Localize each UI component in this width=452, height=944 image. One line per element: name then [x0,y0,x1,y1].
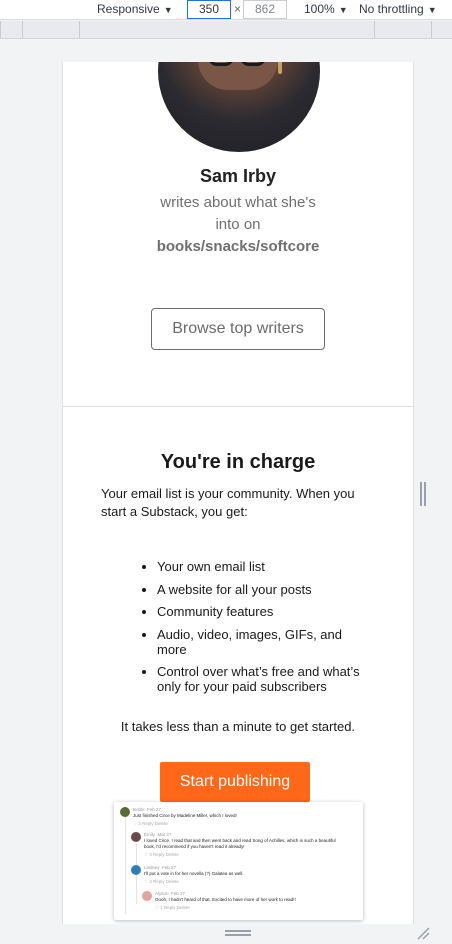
writer-desc-line: into on [215,216,261,233]
avatar-face [198,62,278,90]
quick-start-note: It takes less than a minute to get start… [120,719,356,734]
device-dropdown[interactable]: Responsive ▼ [97,2,173,16]
chevron-down-icon: ▼ [427,5,437,15]
throttling-label: No throttling [359,2,424,16]
resize-handle-right[interactable] [420,482,426,506]
feature-list: Your own email list A website for all yo… [139,559,369,702]
ruler-segment[interactable] [0,21,22,38]
resize-corner-icon[interactable] [416,926,430,940]
feature-item: A website for all your posts [157,582,369,597]
viewport-height-input[interactable]: 862 [243,0,287,19]
writer-description: writes about what she's into on books/sn… [148,192,328,258]
section-title: You're in charge [160,451,316,473]
ruler-segment[interactable] [374,21,375,38]
writer-name: Sam Irby [199,166,277,186]
browse-top-writers-button[interactable]: Browse top writers [151,308,325,350]
feature-item: Audio, video, images, GIFs, and more [157,627,369,657]
ruler-segment[interactable] [431,21,432,38]
comment-text: book, I'd recommend if you haven't read … [144,844,245,849]
comment-actions[interactable]: ♡ 3 Reply Delete [133,821,168,827]
feature-item: Community features [157,604,369,619]
devtools-device-toolbar: Responsive ▼ 350 × 862 100% ▼ No throttlin… [0,0,452,20]
zoom-dropdown[interactable]: 100% ▼ [304,2,348,16]
section-intro: Your email list is your community. When … [101,486,355,519]
commenter-avatar [131,832,141,842]
comment-date: Feb 27 [171,891,186,896]
writer-desc-line: writes about what she's [160,194,316,211]
comment-text: Just finished Circe by Madeline Miller, … [133,813,237,818]
ruler-segment[interactable] [22,21,79,38]
resize-handle-bottom[interactable] [225,930,251,936]
comment-date: Feb 27 [147,807,162,812]
comment-author: Bobbi [133,807,145,812]
feature-item: Control over what’s free and what’s only… [157,664,369,694]
comment-actions[interactable]: ♡ 1 Reply Delete [155,905,190,911]
comment-meta: Bobbi Feb 27 [133,807,161,812]
comment-meta: Alyson Feb 27 [155,891,185,896]
comment-date: Feb 27 [162,865,177,870]
writer-avatar [158,62,320,152]
comment-text: Oooh, I hadn't heard of that. Excited to… [155,897,296,902]
feature-item: Your own email list [157,559,369,574]
chevron-down-icon: ▼ [338,5,348,15]
comment-author: Lindsey [144,865,160,870]
media-query-ruler [0,21,452,39]
comment-author: Alyson [155,891,169,896]
thread-line [125,816,126,914]
section-divider [63,406,413,407]
comment-thread-preview: Bobbi Feb 27 Just finished Circe by Made… [114,802,363,920]
commenter-avatar [131,865,141,875]
commenter-avatar [142,891,152,901]
throttling-dropdown[interactable]: No throttling ▼ [359,2,437,16]
commenter-avatar [120,807,130,817]
comment-meta: Lindsey Feb 27 [144,865,176,870]
emulated-viewport: Sam Irby writes about what she's into on… [62,62,414,924]
device-label: Responsive [97,2,160,16]
viewport-width-input[interactable]: 350 [187,0,231,19]
comment-actions[interactable]: ♡ 3 Reply Delete [144,852,179,858]
comment-actions[interactable]: ♡ 3 Reply Delete [144,879,179,885]
ruler-segment[interactable] [79,21,80,38]
comment-text: I'll put a vote in for her novella (?) G… [144,871,244,876]
comment-meta: Emily Mar 27 [144,832,172,837]
comment-date: Mar 27 [157,832,172,837]
start-publishing-button[interactable]: Start publishing [160,762,310,802]
avatar-earring [278,62,282,74]
comment-author: Emily [144,832,155,837]
zoom-label: 100% [304,2,335,16]
comment-text: I loved Circe, I read that and then went… [144,838,336,843]
chevron-down-icon: ▼ [163,5,173,15]
writer-topic: books/snacks/softcore [156,238,320,255]
times-icon: × [234,2,242,16]
